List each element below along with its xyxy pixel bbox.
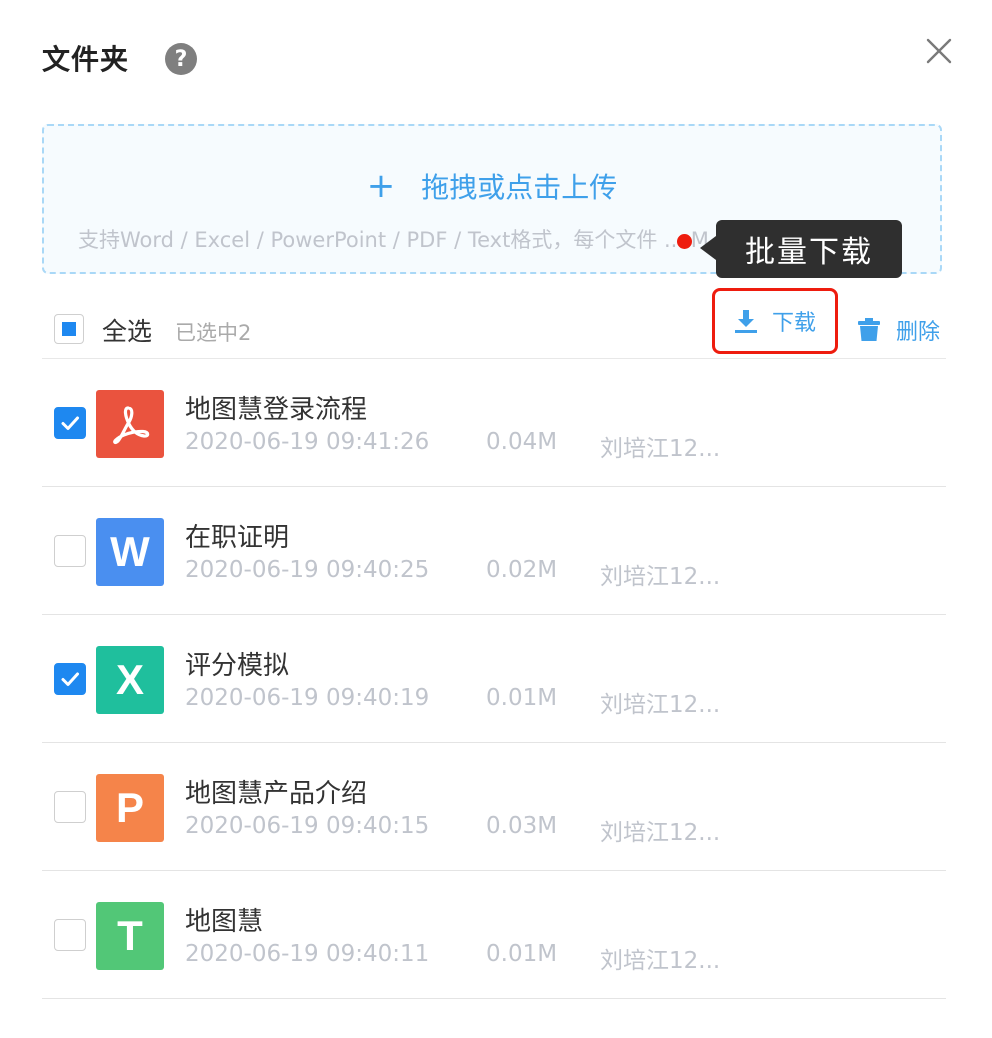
file-row[interactable]: X 评分模拟 2020-06-19 09:40:19 0.01M 刘培江12..… — [42, 615, 946, 743]
check-icon — [61, 672, 79, 686]
file-time: 2020-06-19 09:41:26 — [185, 429, 430, 455]
indeterminate-mark — [62, 322, 76, 336]
file-size: 0.02M — [486, 557, 558, 583]
delete-button[interactable]: 删除 — [858, 314, 940, 346]
upload-prompt[interactable]: + 拖拽或点击上传 — [44, 166, 940, 206]
dialog-title: 文件夹 — [42, 43, 130, 76]
row-checkbox[interactable] — [54, 535, 86, 567]
file-size: 0.04M — [486, 429, 558, 455]
check-icon — [61, 416, 79, 430]
file-row[interactable]: P 地图慧产品介绍 2020-06-19 09:40:15 0.03M 刘培江1… — [42, 743, 946, 871]
selected-count: 已选中2 — [175, 321, 252, 345]
file-owner: 刘培江12... — [600, 436, 721, 462]
close-icon[interactable] — [920, 34, 956, 70]
file-name[interactable]: 地图慧产品介绍 — [185, 773, 367, 810]
row-checkbox[interactable] — [54, 407, 86, 439]
file-name[interactable]: 地图慧登录流程 — [185, 389, 367, 426]
file-time: 2020-06-19 09:40:15 — [185, 813, 430, 839]
file-owner: 刘培江12... — [600, 564, 721, 590]
file-name[interactable]: 在职证明 — [185, 517, 289, 554]
delete-label: 删除 — [896, 320, 941, 345]
file-time: 2020-06-19 09:40:25 — [185, 557, 430, 583]
file-time: 2020-06-19 09:40:11 — [185, 941, 430, 967]
file-name[interactable]: 地图慧 — [185, 901, 263, 938]
row-checkbox[interactable] — [54, 663, 86, 695]
download-button[interactable]: 下载 — [712, 288, 838, 354]
file-time: 2020-06-19 09:40:19 — [185, 685, 430, 711]
file-size: 0.03M — [486, 813, 558, 839]
plus-icon: + — [366, 166, 396, 206]
row-checkbox[interactable] — [54, 919, 86, 951]
upload-label: 拖拽或点击上传 — [421, 171, 618, 204]
file-size: 0.01M — [486, 685, 558, 711]
download-icon — [734, 310, 757, 333]
excel-icon: X — [96, 646, 164, 714]
file-row[interactable]: 地图慧登录流程 2020-06-19 09:41:26 0.04M 刘培江12.… — [42, 359, 946, 487]
file-list: 地图慧登录流程 2020-06-19 09:41:26 0.04M 刘培江12.… — [42, 359, 946, 999]
upload-hint: 支持Word / Excel / PowerPoint / PDF / Text… — [78, 228, 709, 252]
file-owner: 刘培江12... — [600, 692, 721, 718]
file-name[interactable]: 评分模拟 — [185, 645, 289, 682]
file-toolbar: 全选 已选中2 下载 删除 — [42, 288, 946, 359]
file-size: 0.01M — [486, 941, 558, 967]
download-label: 下载 — [771, 311, 816, 336]
batch-download-tooltip: 批量下载 — [716, 220, 902, 278]
pdf-icon — [96, 390, 164, 458]
highlight-dot — [677, 234, 692, 249]
text-file-icon: T — [96, 902, 164, 970]
trash-icon — [858, 318, 880, 341]
select-all-checkbox[interactable] — [54, 314, 84, 344]
help-icon[interactable]: ? — [165, 43, 198, 75]
word-icon: W — [96, 518, 164, 586]
tooltip-arrow — [700, 236, 716, 260]
file-row[interactable]: W 在职证明 2020-06-19 09:40:25 0.02M 刘培江12..… — [42, 487, 946, 615]
row-checkbox[interactable] — [54, 791, 86, 823]
powerpoint-icon: P — [96, 774, 164, 842]
dialog-header: 文件夹 ? — [42, 38, 198, 78]
select-all-label[interactable]: 全选 — [102, 312, 152, 348]
file-owner: 刘培江12... — [600, 820, 721, 846]
file-row[interactable]: T 地图慧 2020-06-19 09:40:11 0.01M 刘培江12... — [42, 871, 946, 999]
file-owner: 刘培江12... — [600, 948, 721, 974]
